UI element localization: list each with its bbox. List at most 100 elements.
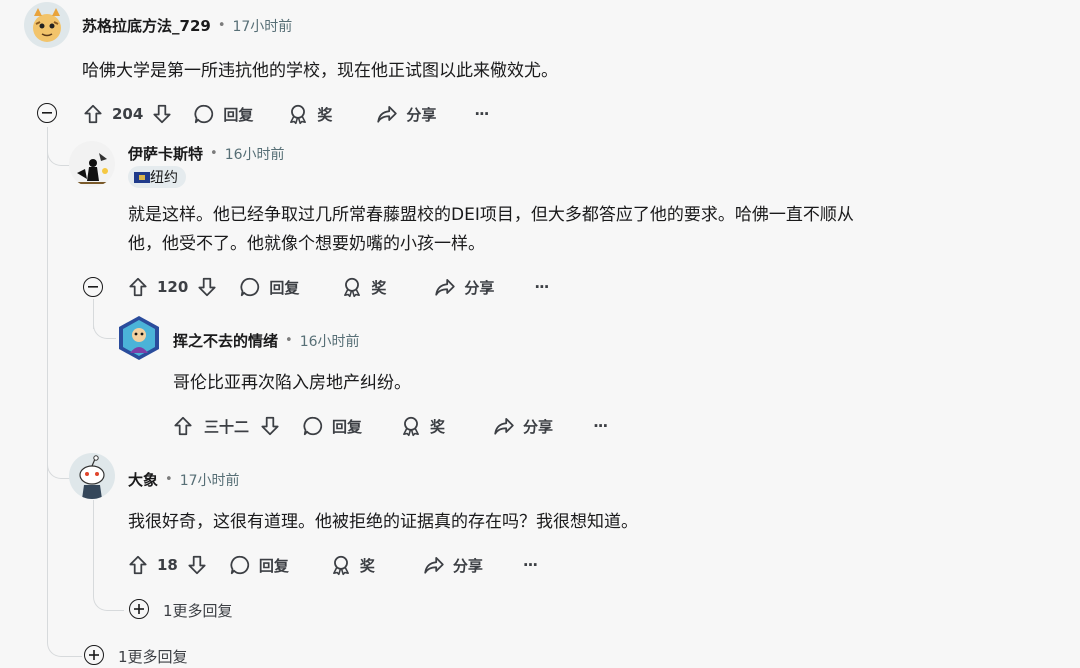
comment-actions: 18 回复 奖 分享 ···	[127, 549, 538, 581]
downvote-icon	[151, 103, 173, 125]
comment-actions: 三十二 回复 奖 分享 ···	[172, 410, 608, 442]
comment-body: 就是这样。他已经争取过几所常春藤盟校的DEI项目，但大多都答应了他的要求。哈佛一…	[128, 201, 854, 259]
comment-body-line: 就是这样。他已经争取过几所常春藤盟校的DEI项目，但大多都答应了他的要求。哈佛一…	[128, 205, 854, 225]
comment-bubble-icon	[229, 554, 251, 576]
comment-bubble-icon	[193, 103, 215, 125]
flag-icon	[134, 171, 150, 183]
downvote-button[interactable]	[259, 415, 281, 437]
collapse-button[interactable]	[83, 277, 103, 297]
plus-icon	[134, 604, 144, 614]
vote-score: 三十二	[204, 417, 250, 436]
comment-body: 哈佛大学是第一所违抗他的学校，现在他正试图以此来儆效尤。	[82, 61, 558, 81]
share-button[interactable]: 分享	[376, 103, 436, 125]
reply-label: 回复	[258, 556, 289, 575]
comment-time: 16小时前	[224, 146, 285, 163]
comment-actions: 204 回复 奖 分享 ···	[82, 98, 489, 130]
award-icon	[287, 103, 309, 125]
thread-line-1	[47, 127, 48, 641]
upvote-icon	[127, 276, 149, 298]
share-button[interactable]: 分享	[423, 554, 483, 576]
downvote-button[interactable]	[151, 103, 173, 125]
expand-button[interactable]	[84, 645, 104, 665]
comment-meta: 挥之不去的情绪 • 16小时前	[173, 330, 360, 351]
share-button[interactable]: 分享	[434, 276, 494, 298]
reply-button[interactable]: 回复	[239, 276, 299, 298]
flair-text: 纽约	[150, 170, 178, 186]
avatar[interactable]	[69, 453, 115, 499]
comment-meta: 伊萨卡斯特 • 16小时前	[128, 143, 285, 164]
award-label: 奖	[359, 556, 375, 575]
comment-meta: 苏格拉底方法_729 • 17小时前	[82, 15, 292, 36]
award-label: 奖	[371, 278, 387, 297]
share-label: 分享	[464, 278, 495, 297]
vote-score: 18	[157, 556, 178, 574]
thread-elbow-1	[47, 622, 82, 657]
comment-time: 16小时前	[299, 333, 360, 350]
award-button[interactable]: 奖	[330, 554, 375, 576]
author-name[interactable]: 挥之不去的情绪	[173, 330, 278, 351]
reply-button[interactable]: 回复	[193, 103, 253, 125]
share-label: 分享	[523, 417, 554, 436]
share-icon	[376, 103, 398, 125]
upvote-button[interactable]	[127, 276, 149, 298]
award-icon	[400, 415, 422, 437]
expand-button[interactable]	[129, 599, 149, 619]
upvote-icon	[82, 103, 104, 125]
separator-dot: •	[210, 146, 218, 161]
comment-meta: 大象 • 17小时前	[128, 469, 240, 490]
award-icon	[341, 276, 363, 298]
collapse-button[interactable]	[37, 103, 57, 123]
downvote-icon	[186, 554, 208, 576]
share-icon	[423, 554, 445, 576]
award-icon	[330, 554, 352, 576]
author-name[interactable]: 苏格拉底方法_729	[82, 15, 211, 36]
more-options-button[interactable]: ···	[523, 556, 538, 574]
more-replies-link[interactable]: 1更多回复	[163, 600, 233, 621]
award-button[interactable]: 奖	[400, 415, 445, 437]
share-label: 分享	[406, 105, 437, 124]
comment-body-line: 他，他受不了。他就像个想要奶嘴的小孩一样。	[128, 234, 485, 254]
avatar[interactable]	[116, 315, 162, 361]
avatar[interactable]	[24, 2, 70, 48]
comment-actions: 120 回复 奖 分享 ···	[127, 271, 549, 303]
author-name[interactable]: 伊萨卡斯特	[128, 143, 203, 164]
reply-label: 回复	[269, 278, 300, 297]
comment-bubble-icon	[302, 415, 324, 437]
upvote-icon	[127, 554, 149, 576]
award-button[interactable]: 奖	[287, 103, 332, 125]
reply-button[interactable]: 回复	[302, 415, 362, 437]
comment-time: 17小时前	[232, 18, 293, 35]
comment-time: 17小时前	[179, 472, 240, 489]
separator-dot: •	[217, 18, 226, 33]
user-flair: 纽约	[128, 166, 186, 188]
upvote-button[interactable]	[82, 103, 104, 125]
more-options-button[interactable]: ···	[593, 417, 608, 435]
share-label: 分享	[452, 556, 483, 575]
vote-score: 204	[112, 105, 144, 123]
downvote-button[interactable]	[196, 276, 218, 298]
separator-dot: •	[165, 472, 173, 487]
award-label: 奖	[317, 105, 333, 124]
thread-line-3	[93, 500, 94, 590]
comment-body: 我很好奇，这很有道理。他被拒绝的证据真的存在吗？我很想知道。	[128, 512, 638, 532]
more-replies-link[interactable]: 1更多回复	[118, 646, 188, 667]
more-options-button[interactable]: ···	[474, 105, 489, 123]
upvote-button[interactable]	[172, 415, 194, 437]
minus-icon	[88, 286, 98, 288]
thread-elbow-4	[93, 300, 116, 339]
author-name[interactable]: 大象	[128, 469, 158, 490]
vote-score: 120	[157, 278, 189, 296]
downvote-button[interactable]	[186, 554, 208, 576]
share-button[interactable]: 分享	[493, 415, 553, 437]
award-button[interactable]: 奖	[341, 276, 386, 298]
avatar[interactable]	[69, 141, 115, 187]
comment-body: 哥伦比亚再次陷入房地产纠纷。	[173, 373, 411, 393]
upvote-button[interactable]	[127, 554, 149, 576]
reply-button[interactable]: 回复	[229, 554, 289, 576]
reply-label: 回复	[223, 105, 254, 124]
upvote-icon	[172, 415, 194, 437]
thread-elbow-2	[47, 430, 70, 479]
more-options-button[interactable]: ···	[534, 278, 549, 296]
comment-bubble-icon	[239, 276, 261, 298]
share-icon	[434, 276, 456, 298]
